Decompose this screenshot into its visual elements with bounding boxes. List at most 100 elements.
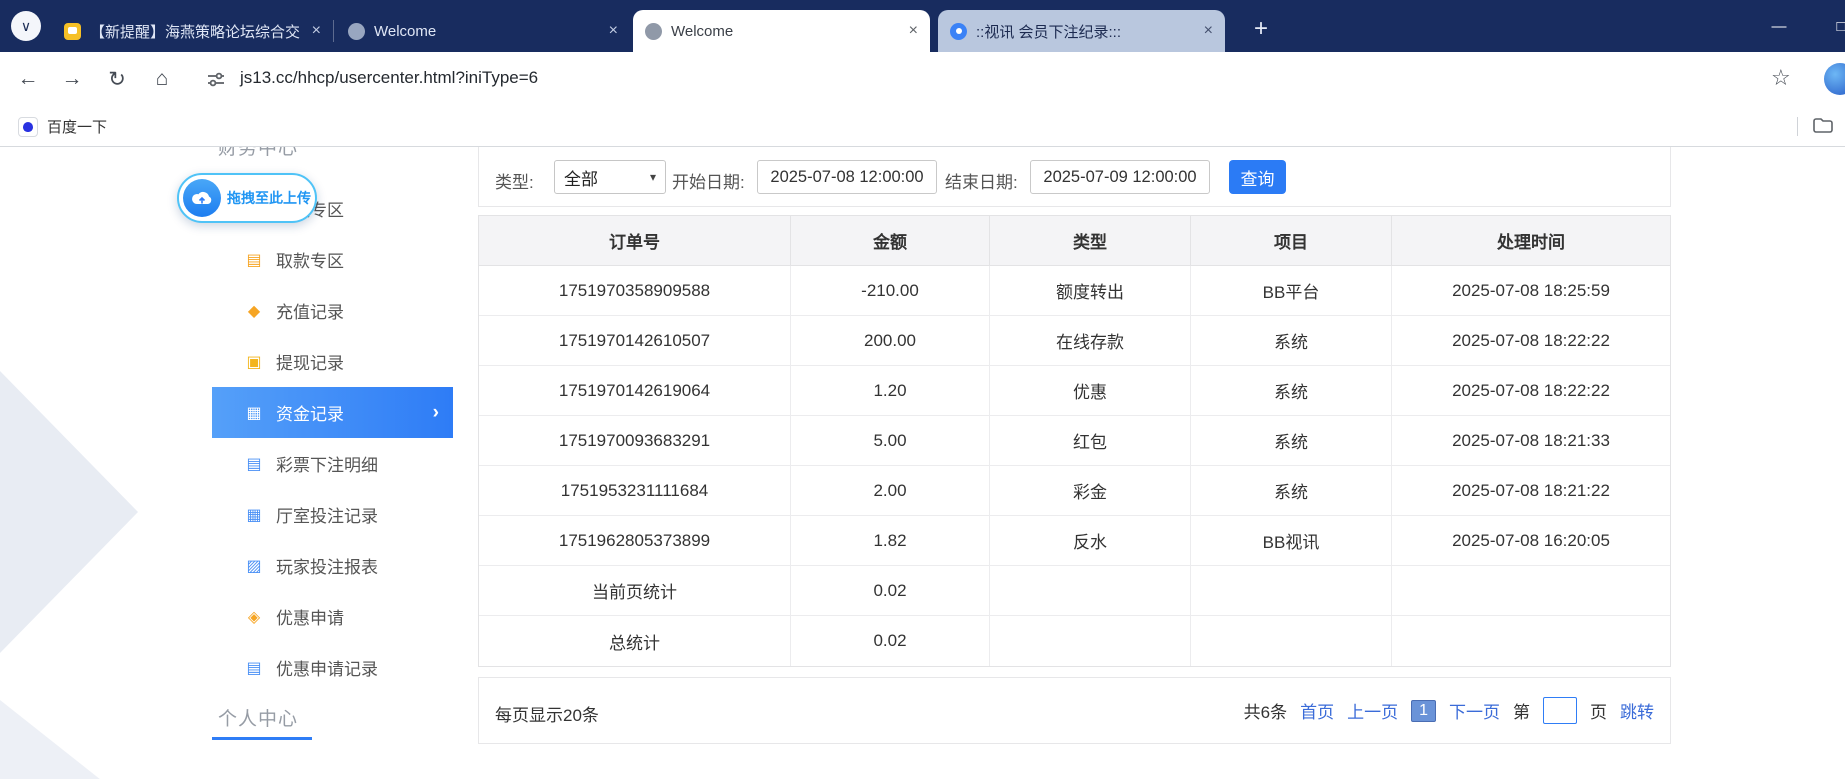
recharge-icon: ◆ bbox=[242, 301, 266, 321]
cell-empty bbox=[1191, 616, 1392, 666]
tab-welcome-active[interactable]: Welcome × bbox=[633, 10, 930, 52]
sidebar-item-withdraw-zone[interactable]: ▤ 取款专区 bbox=[212, 234, 453, 285]
cell-time: 2025-07-08 18:21:33 bbox=[1392, 416, 1670, 466]
cell-label: 总统计 bbox=[479, 616, 791, 666]
jump-prefix-text: 第 bbox=[1513, 698, 1530, 723]
jump-page-input[interactable] bbox=[1543, 697, 1577, 724]
upload-overlay-label: 拖拽至此上传 bbox=[227, 188, 311, 208]
sidebar-item-recharge-records[interactable]: ◆ 充值记录 bbox=[212, 285, 453, 336]
cell-label: 当前页统计 bbox=[479, 566, 791, 616]
cell-order-id: 1751970093683291 bbox=[479, 416, 791, 466]
bookmark-star-icon[interactable]: ☆ bbox=[1771, 65, 1791, 91]
sidebar-item-funds-records[interactable]: ▦ 资金记录 › bbox=[212, 387, 453, 438]
cell-amount: -210.00 bbox=[791, 266, 990, 316]
chevron-down-icon: ▾ bbox=[650, 170, 656, 184]
baidu-favicon-icon bbox=[18, 117, 38, 137]
tab-welcome-1[interactable]: Welcome × bbox=[336, 10, 630, 52]
cell-order-id: 1751970142610507 bbox=[479, 316, 791, 366]
tab-title: Welcome bbox=[671, 23, 901, 40]
cell-type: 反水 bbox=[990, 516, 1191, 566]
cell-order-id: 1751970358909588 bbox=[479, 266, 791, 316]
cell-empty bbox=[990, 566, 1191, 616]
table-row-grand-total: 总统计 0.02 bbox=[479, 616, 1670, 666]
filter-panel: 类型: 全部 ▾ 开始日期: 结束日期: 查询 bbox=[478, 147, 1671, 207]
upload-cloud-icon bbox=[183, 179, 221, 217]
type-select-value: 全部 bbox=[564, 165, 598, 190]
sidebar-item-promo-apply[interactable]: ◈ 优惠申请 bbox=[212, 591, 453, 642]
report-icon: ▨ bbox=[242, 556, 266, 576]
sidebar-section-finance: 财务中心 bbox=[218, 147, 298, 160]
tab-forum[interactable]: 【新提醒】海燕策略论坛综合交 × bbox=[52, 10, 333, 52]
funds-icon: ▦ bbox=[242, 403, 266, 423]
sidebar-item-player-bet-report[interactable]: ▨ 玩家投注报表 bbox=[212, 540, 453, 591]
maximize-button[interactable]: □ bbox=[1810, 0, 1845, 52]
bookmarks-separator bbox=[1797, 117, 1798, 136]
document-icon: ▤ bbox=[242, 454, 266, 474]
profile-avatar[interactable] bbox=[1824, 63, 1845, 95]
cell-amount: 1.20 bbox=[791, 366, 990, 416]
sidebar-item-lottery-bet-detail[interactable]: ▤ 彩票下注明细 bbox=[212, 438, 453, 489]
decor-triangle bbox=[0, 700, 120, 779]
cell-project: 系统 bbox=[1191, 316, 1392, 366]
sidebar-item-announcements[interactable]: ◆ 消息公告 bbox=[212, 761, 453, 779]
search-button[interactable]: 查询 bbox=[1229, 160, 1286, 194]
ticket-icon: ◈ bbox=[242, 607, 266, 627]
close-icon[interactable]: × bbox=[312, 22, 321, 40]
new-tab-button[interactable]: + bbox=[1245, 13, 1277, 45]
table-row: 1751970358909588 -210.00 额度转出 BB平台 2025-… bbox=[479, 266, 1670, 316]
section-underline bbox=[212, 737, 312, 740]
cell-type: 彩金 bbox=[990, 466, 1191, 516]
browser-toolbar: ← → ↻ ⌂ js13.cc/hhcp/usercenter.html?ini… bbox=[0, 52, 1845, 106]
jump-button[interactable]: 跳转 bbox=[1620, 698, 1654, 723]
cell-amount: 2.00 bbox=[791, 466, 990, 516]
cell-order-id: 1751953231111684 bbox=[479, 466, 791, 516]
banknote-icon: ▤ bbox=[242, 250, 266, 270]
sidebar-item-withdrawal-records[interactable]: ▣ 提现记录 bbox=[212, 336, 453, 387]
cell-type: 红包 bbox=[990, 416, 1191, 466]
close-icon[interactable]: × bbox=[909, 22, 918, 40]
start-date-input[interactable] bbox=[757, 160, 937, 194]
table-row: 1751970142619064 1.20 优惠 系统 2025-07-08 1… bbox=[479, 366, 1670, 416]
favicon-icon bbox=[950, 23, 967, 40]
cell-empty bbox=[990, 616, 1191, 666]
tab-title: 【新提醒】海燕策略论坛综合交 bbox=[90, 21, 304, 42]
column-header-type: 类型 bbox=[990, 216, 1191, 266]
bookmark-baidu[interactable]: 百度一下 bbox=[12, 113, 113, 140]
minimize-button[interactable]: — bbox=[1748, 0, 1810, 52]
next-page-link[interactable]: 下一页 bbox=[1449, 698, 1500, 723]
home-button[interactable]: ⌂ bbox=[147, 64, 177, 94]
type-select[interactable]: 全部 ▾ bbox=[554, 160, 666, 194]
bookmarks-folder-icon[interactable] bbox=[1813, 118, 1833, 139]
sidebar-item-label: 取款专区 bbox=[276, 247, 344, 272]
tab-separator bbox=[333, 20, 334, 42]
table-row: 1751953231111684 2.00 彩金 系统 2025-07-08 1… bbox=[479, 466, 1670, 516]
end-date-input[interactable] bbox=[1030, 160, 1210, 194]
prev-page-link[interactable]: 上一页 bbox=[1347, 698, 1398, 723]
close-icon[interactable]: × bbox=[609, 22, 618, 40]
reload-button[interactable]: ↻ bbox=[102, 64, 132, 94]
sidebar-item-label: 玩家投注报表 bbox=[276, 553, 378, 578]
tab-betting-records[interactable]: ::视讯 会员下注纪录::: × bbox=[938, 10, 1225, 52]
favicon-icon bbox=[348, 23, 365, 40]
page-content: 财务中心 ▤ 存款专区 ▤ 取款专区 ◆ 充值记录 ▣ 提现记录 ▦ 资金记录 … bbox=[0, 147, 1845, 779]
sidebar-item-promo-apply-records[interactable]: ▤ 优惠申请记录 bbox=[212, 642, 453, 693]
first-page-link[interactable]: 首页 bbox=[1300, 698, 1334, 723]
tab-search-button[interactable]: ∨ bbox=[11, 11, 41, 41]
cell-amount: 0.02 bbox=[791, 566, 990, 616]
address-bar[interactable]: js13.cc/hhcp/usercenter.html?iniType=6 bbox=[240, 68, 538, 88]
total-count-text: 共6条 bbox=[1244, 698, 1287, 723]
table-row: 1751970142610507 200.00 在线存款 系统 2025-07-… bbox=[479, 316, 1670, 366]
page-size-text: 每页显示20条 bbox=[495, 701, 599, 726]
column-header-amount: 金额 bbox=[791, 216, 990, 266]
sidebar-item-hall-bet-records[interactable]: ▦ 厅室投注记录 bbox=[212, 489, 453, 540]
forward-button[interactable]: → bbox=[57, 64, 87, 94]
site-info-icon[interactable] bbox=[206, 70, 226, 95]
sidebar-item-label: 优惠申请 bbox=[276, 604, 344, 629]
grid-icon: ▦ bbox=[242, 505, 266, 525]
jump-suffix-text: 页 bbox=[1590, 698, 1607, 723]
close-icon[interactable]: × bbox=[1204, 22, 1213, 40]
current-page-badge[interactable]: 1 bbox=[1411, 700, 1436, 722]
back-button[interactable]: ← bbox=[13, 64, 43, 94]
table-row: 1751962805373899 1.82 反水 BB视讯 2025-07-08… bbox=[479, 516, 1670, 566]
drag-upload-overlay[interactable]: 拖拽至此上传 bbox=[177, 173, 317, 223]
